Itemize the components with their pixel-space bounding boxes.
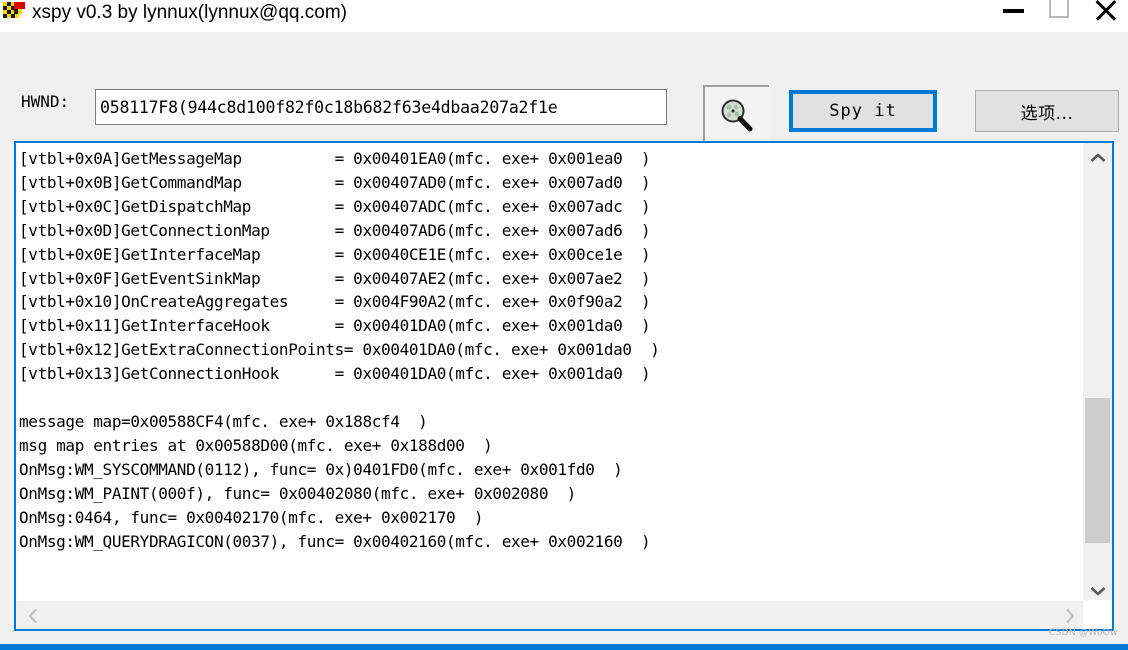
chevron-up-icon [1090,153,1105,162]
scroll-right-button[interactable] [1055,601,1084,629]
vertical-scrollbar[interactable] [1083,143,1112,605]
vertical-scroll-thumb[interactable] [1085,398,1110,543]
output-text: [vtbl+0x0A]GetMessageMap = 0x00401EA0(mf… [19,149,660,551]
watermark: CSDN @WoOw [1049,628,1118,638]
close-icon [1093,0,1117,22]
xspy-window: xspy v0.3 by lynnux(lynnux@qq.com) HWND:… [0,0,1128,650]
chevron-down-icon [1090,586,1105,595]
scroll-up-button[interactable] [1083,143,1112,172]
options-button-label: 选项... [1020,103,1074,124]
window-controls [990,0,1128,32]
xspy-app-icon [3,2,25,24]
chevron-left-icon [28,608,37,623]
title-bar: xspy v0.3 by lynnux(lynnux@qq.com) [0,0,1128,32]
minimize-icon [1002,9,1024,13]
maximize-button[interactable] [1036,0,1082,32]
chevron-right-icon [1065,608,1074,623]
horizontal-scrollbar[interactable] [16,600,1112,629]
hwnd-input[interactable]: 058117F8(944c8d100f82f0c18b682f63e4dbaa2… [95,89,667,125]
hwnd-label: HWND: [21,92,70,111]
minimize-button[interactable] [990,0,1036,32]
bottom-accent-bar [0,644,1128,650]
output-panel[interactable]: [vtbl+0x0A]GetMessageMap = 0x00401EA0(mf… [14,141,1114,631]
maximize-icon [1049,0,1069,18]
toolbar: HWND: 058117F8(944c8d100f82f0c18b682f63e… [0,32,1128,145]
window-title: xspy v0.3 by lynnux(lynnux@qq.com) [32,2,347,23]
scrollbar-corner [1083,600,1112,629]
options-button[interactable]: 选项... [975,90,1119,132]
close-button[interactable] [1082,0,1128,32]
scroll-left-button[interactable] [18,601,47,629]
spy-it-button-label: Spy it [829,101,897,121]
spy-it-button[interactable]: Spy it [789,90,937,132]
hwnd-input-value: 058117F8(944c8d100f82f0c18b682f63e4dbaa2… [100,97,558,117]
magnifier-drag-button[interactable] [703,85,769,145]
magnifier-icon [717,96,757,136]
